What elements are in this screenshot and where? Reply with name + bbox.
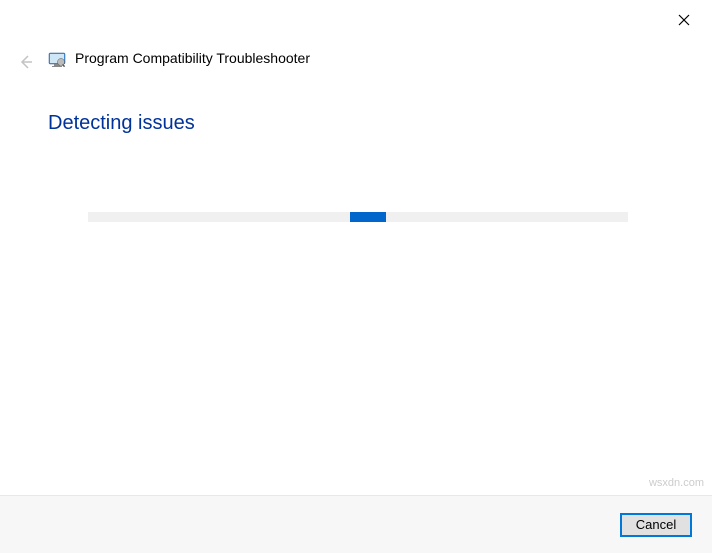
troubleshooter-icon <box>48 50 66 68</box>
close-button[interactable] <box>668 8 700 36</box>
window-title: Program Compatibility Troubleshooter <box>75 50 310 66</box>
back-button <box>14 52 38 76</box>
watermark-text: wsxdn.com <box>649 477 704 489</box>
footer: Cancel <box>0 495 712 553</box>
progress-bar <box>88 212 628 222</box>
page-heading: Detecting issues <box>48 112 195 135</box>
close-icon <box>678 13 690 31</box>
cancel-button-label: Cancel <box>636 517 676 532</box>
progress-indicator <box>350 212 386 222</box>
cancel-button[interactable]: Cancel <box>620 513 692 537</box>
back-arrow-icon <box>18 54 34 75</box>
